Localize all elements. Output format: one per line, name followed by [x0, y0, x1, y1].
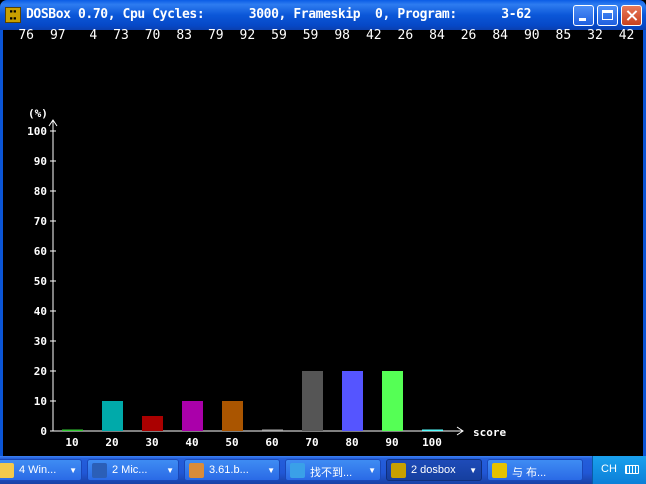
taskbar-button-label: 4 Win... [19, 464, 57, 476]
taskbar-button[interactable]: 4 Win... ▼ [0, 459, 82, 481]
bar-40 [182, 401, 203, 431]
dosbox-window: ▪▪ ▪▪ DOSBox 0.70, Cpu Cycles: 3000, Fram… [0, 0, 646, 456]
taskbar-button-label: 与 布... [512, 467, 547, 479]
taskbar-button[interactable]: 2 dosbox ▼ [386, 459, 482, 481]
paint-icon [189, 463, 204, 478]
taskbar-button[interactable]: 3.61.b... ▼ [184, 459, 280, 481]
y-tick-label: 20 [34, 365, 47, 378]
y-axis-label: (%) [28, 107, 48, 120]
x-tick-label: 70 [305, 436, 318, 449]
y-tick-label: 40 [34, 305, 47, 318]
x-tick-label: 10 [65, 436, 78, 449]
taskbar-button[interactable]: 与 布... [487, 459, 583, 481]
x-tick-label: 50 [225, 436, 238, 449]
x-tick-label: 20 [105, 436, 118, 449]
x-tick-label: 90 [385, 436, 398, 449]
y-tick-label: 10 [34, 395, 47, 408]
taskbar-button[interactable]: 2 Mic... ▼ [87, 459, 179, 481]
word-icon [92, 463, 107, 478]
bar-60 [262, 429, 283, 431]
x-axis-label: score [473, 426, 506, 439]
chat-icon [492, 463, 507, 478]
bar-70 [302, 371, 323, 431]
bar-80 [342, 371, 363, 431]
y-tick-label: 60 [34, 245, 47, 258]
score-histogram: (%) score 0 10 20 30 40 50 60 70 80 90 100 10 20 30 40 50… [27, 107, 506, 449]
keyboard-icon[interactable] [625, 465, 639, 474]
y-tick-label: 30 [34, 335, 47, 348]
y-tick-label: 0 [40, 425, 47, 438]
chevron-down-icon: ▼ [267, 466, 275, 475]
taskbar-button-label: 找不到... [310, 467, 353, 479]
y-tick-label: 50 [34, 275, 47, 288]
ie-icon [290, 463, 305, 478]
taskbar: CH 4 Win... ▼ 2 Mic... ▼ 3.61.b... ▼ 找不到... ▼ 2 … [0, 456, 646, 484]
chevron-down-icon: ▼ [166, 466, 174, 475]
x-tick-label: 30 [145, 436, 158, 449]
bar-50 [222, 401, 243, 431]
y-tick-label: 80 [34, 185, 47, 198]
bar-90 [382, 371, 403, 431]
x-tick-label: 80 [345, 436, 358, 449]
x-tick-label: 40 [185, 436, 198, 449]
chevron-down-icon: ▼ [469, 466, 477, 475]
y-tick-label: 70 [34, 215, 47, 228]
bar-100 [422, 429, 443, 431]
taskbar-button-label: 3.61.b... [209, 464, 249, 476]
x-tick-label: 100 [422, 436, 442, 449]
taskbar-button-label: 2 dosbox [411, 464, 456, 476]
language-indicator[interactable]: CH [601, 463, 617, 475]
x-tick-label: 60 [265, 436, 278, 449]
chevron-down-icon: ▼ [69, 466, 77, 475]
bar-10 [62, 429, 83, 431]
dosbox-icon [391, 463, 406, 478]
y-tick-label: 90 [34, 155, 47, 168]
bar-30 [142, 416, 163, 431]
y-tick-label: 100 [27, 125, 47, 138]
bar-20 [102, 401, 123, 431]
system-tray: CH [592, 456, 646, 484]
taskbar-button[interactable]: 找不到... ▼ [285, 459, 381, 481]
chevron-down-icon: ▼ [368, 466, 376, 475]
taskbar-button-label: 2 Mic... [112, 464, 148, 476]
folder-icon [0, 463, 14, 478]
